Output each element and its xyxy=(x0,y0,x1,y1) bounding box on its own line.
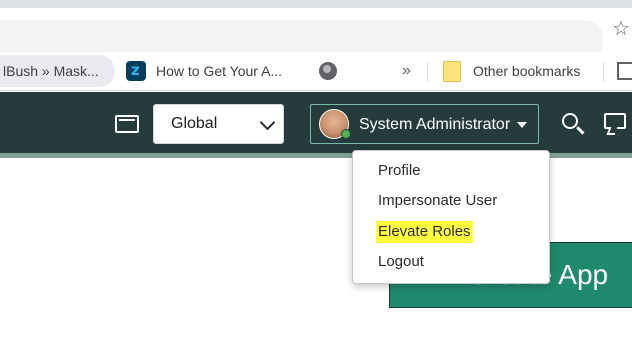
other-bookmarks-label: Other bookmarks xyxy=(473,63,581,79)
chat-icon[interactable] xyxy=(604,113,626,129)
bookmark-item-mask[interactable]: lBush » Mask... xyxy=(0,55,115,87)
user-name: System Administrator xyxy=(359,116,511,133)
tz-favicon-icon xyxy=(126,61,146,81)
menu-item-profile[interactable]: Profile xyxy=(378,162,421,179)
search-icon[interactable] xyxy=(562,113,578,129)
menu-item-logout[interactable]: Logout xyxy=(378,253,424,270)
application-window-icon[interactable] xyxy=(115,115,139,133)
menu-item-label: Logout xyxy=(378,253,424,270)
user-dropdown-menu: Profile Impersonate User Elevate Roles L… xyxy=(352,150,550,284)
bookmarks-bar: lBush » Mask... How to Get Your A... » O… xyxy=(0,52,632,91)
scope-select[interactable]: Global xyxy=(153,104,284,144)
menu-item-label: Impersonate User xyxy=(378,192,498,209)
menu-item-label-highlighted: Elevate Roles xyxy=(376,221,473,243)
bookmark-item-globe[interactable] xyxy=(319,52,337,90)
menu-item-label: Profile xyxy=(378,162,421,179)
bookmark-label: How to Get Your A... xyxy=(156,63,283,79)
user-menu-button[interactable]: System Administrator xyxy=(310,104,539,144)
folder-icon xyxy=(443,60,461,82)
bookmark-separator xyxy=(603,62,604,82)
bookmark-label: lBush » Mask... xyxy=(3,63,99,79)
scope-select-value: Global xyxy=(171,115,218,132)
menu-item-elevate-roles[interactable]: Elevate Roles xyxy=(376,221,473,243)
browser-toolbar: ☆ xyxy=(0,8,632,60)
online-status-icon xyxy=(341,129,351,139)
double-chevron-icon: » xyxy=(402,62,411,79)
bookmark-star-icon[interactable]: ☆ xyxy=(612,19,630,39)
more-bookmarks-button[interactable]: » xyxy=(402,52,411,90)
reading-list-icon[interactable] xyxy=(617,62,632,80)
globe-icon xyxy=(319,62,337,80)
menu-item-impersonate-user[interactable]: Impersonate User xyxy=(378,192,497,209)
bookmark-separator xyxy=(427,62,428,82)
other-bookmarks-folder[interactable]: Other bookmarks xyxy=(443,52,580,90)
browser-tab-strip xyxy=(0,0,632,8)
chevron-down-icon xyxy=(259,114,276,131)
caret-down-icon xyxy=(517,122,527,128)
bookmark-item-how-to[interactable]: How to Get Your A... xyxy=(126,52,282,90)
